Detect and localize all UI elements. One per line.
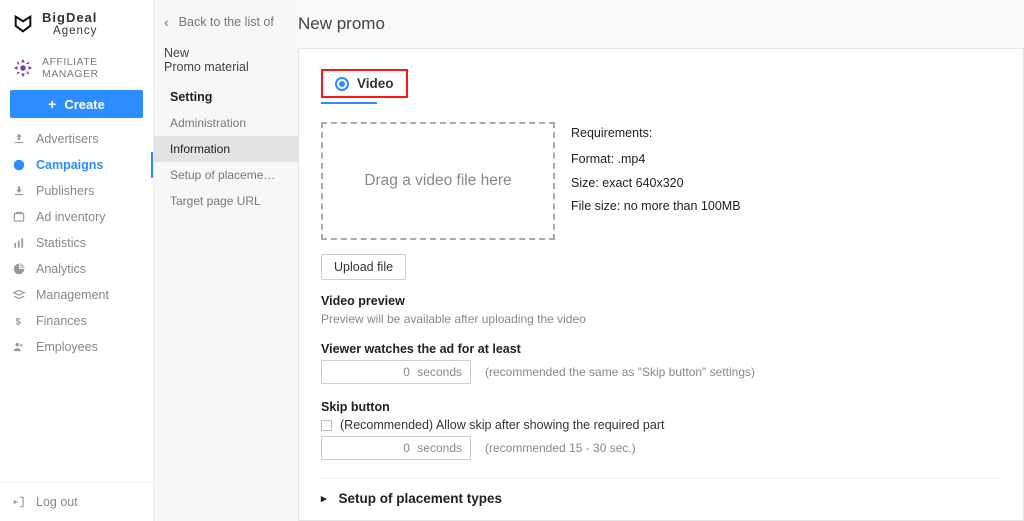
panel-item-information[interactable]: Information [154,136,298,162]
watch-seconds-input[interactable]: 0 seconds [321,360,471,384]
watch-unit: seconds [417,365,462,379]
radio-icon [335,77,349,91]
panel-item-administration[interactable]: Administration [154,110,298,136]
video-preview-label: Video preview [321,294,1001,308]
tab-label: Video [357,76,394,91]
tab-video[interactable]: Video [321,69,408,98]
sidebar-item-employees[interactable]: Employees [0,334,153,360]
watch-label: Viewer watches the ad for at least [321,342,1001,356]
role-row: AFFILIATE MANAGER [0,48,153,90]
caret-right-icon: ▸ [321,492,327,505]
sidebar-item-management[interactable]: Management [0,282,153,308]
skip-unit: seconds [417,441,462,455]
sidebar-item-campaigns[interactable]: Campaigns [0,152,153,178]
role-label: AFFILIATE MANAGER [42,56,141,80]
plus-icon: + [48,96,56,112]
divider [321,478,1001,479]
brand-logo-icon [12,13,34,35]
back-button[interactable]: ‹ Back to the list of [154,8,298,42]
bar-chart-icon [12,236,26,250]
requirement-line: Format: .mp4 [571,148,741,172]
create-button[interactable]: + Create [10,90,143,118]
back-label: Back to the list of [179,15,274,29]
pie-chart-icon [12,262,26,276]
logout-label: Log out [36,495,78,509]
brand-line1: BigDeal [42,11,97,25]
layers-icon [12,288,26,302]
panel-title-line2: Promo material [154,60,298,84]
skip-label: Skip button [321,400,1001,414]
role-avatar-icon [12,57,34,79]
skip-hint: (recommended 15 - 30 sec.) [485,441,636,455]
logout-icon [12,495,26,509]
nav-label: Analytics [36,262,86,276]
chevron-left-icon: ‹ [164,14,169,30]
accordion-label: Setup of placement types [339,491,503,506]
requirements-block: Requirements: Format: .mp4 Size: exact 6… [571,122,741,219]
download-icon [12,184,26,198]
brand-line2: Agency [42,25,97,38]
sidebar-item-advertisers[interactable]: Advertisers [0,126,153,152]
svg-text:$: $ [16,317,22,327]
video-dropzone[interactable]: Drag a video file here [321,122,555,240]
logout-button[interactable]: Log out [0,483,153,521]
panel-item-target-url[interactable]: Target page URL [154,188,298,214]
nav-label: Finances [36,314,87,328]
accordion-setup-placement[interactable]: ▸ Setup of placement types [321,491,1001,506]
dollar-icon: $ [12,314,26,328]
sidebar-item-publishers[interactable]: Publishers [0,178,153,204]
skip-seconds-input[interactable]: 0 seconds [321,436,471,460]
target-icon [12,158,26,172]
requirement-line: Size: exact 640x320 [571,172,741,196]
tab-underline [321,102,377,104]
nav-label: Advertisers [36,132,99,146]
create-label: Create [64,97,104,112]
requirements-head: Requirements: [571,122,741,146]
nav-label: Publishers [36,184,94,198]
upload-file-button[interactable]: Upload file [321,254,406,280]
watch-value: 0 [403,365,410,379]
nav-label: Statistics [36,236,86,250]
panel-item-setup-placement[interactable]: Setup of placement t... [154,162,298,188]
panel-section-head: Setting [154,84,298,110]
requirement-line: File size: no more than 100MB [571,195,741,219]
skip-checkbox-label: (Recommended) Allow skip after showing t… [340,418,664,432]
sidebar-item-statistics[interactable]: Statistics [0,230,153,256]
skip-value: 0 [403,441,410,455]
panel-title-line1: New [154,42,298,60]
sidebar-item-analytics[interactable]: Analytics [0,256,153,282]
nav-label: Ad inventory [36,210,105,224]
nav-label: Campaigns [36,158,103,172]
nav-label: Employees [36,340,98,354]
video-preview-hint: Preview will be available after uploadin… [321,312,1001,326]
dropzone-label: Drag a video file here [364,172,511,190]
inventory-icon [12,210,26,224]
watch-hint: (recommended the same as "Skip button" s… [485,365,755,379]
page-title: New promo [298,0,1024,48]
brand: BigDeal Agency [0,0,153,48]
skip-checkbox[interactable] [321,420,332,431]
upload-icon [12,132,26,146]
sidebar-item-ad-inventory[interactable]: Ad inventory [0,204,153,230]
users-icon [12,340,26,354]
sidebar-item-finances[interactable]: $ Finances [0,308,153,334]
nav-label: Management [36,288,109,302]
